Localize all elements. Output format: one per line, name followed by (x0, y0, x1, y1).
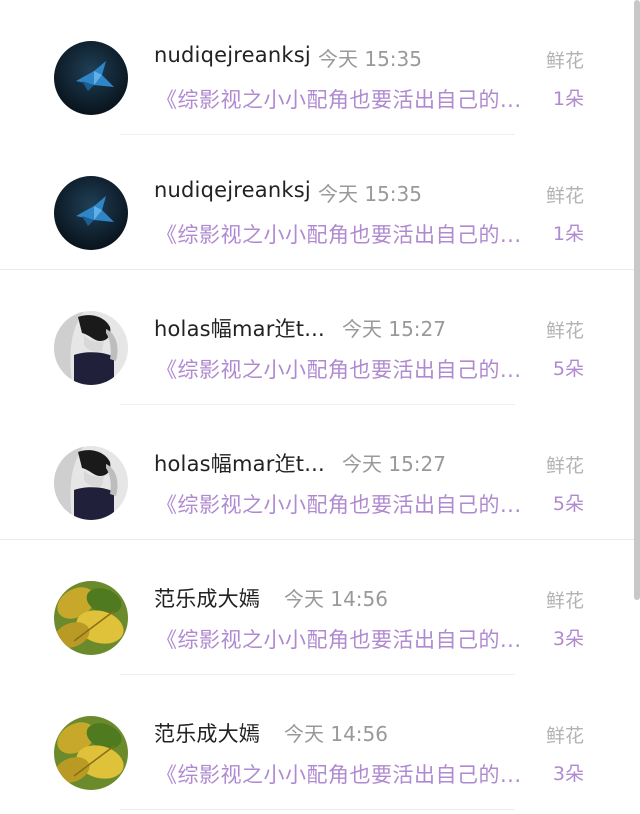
book-title-link[interactable]: 《综影视之小小配角也要活出自己的... (156, 219, 522, 249)
avatar[interactable] (54, 176, 128, 250)
list-item[interactable]: nudiqejreanksj 今天 15:35 《综影视之小小配角也要活出自己的… (0, 135, 640, 270)
timestamp: 今天 15:35 (318, 182, 422, 206)
gift-type-label: 鲜花 (545, 320, 584, 342)
avatar[interactable] (54, 446, 128, 520)
yellow-leaves-icon (54, 581, 128, 655)
paper-crane-icon (54, 41, 128, 115)
username[interactable]: 范乐成大嫣 (154, 583, 260, 613)
list-item[interactable]: holas幅mar迮t... 今天 15:27 《综影视之小小配角也要活出自己的… (0, 405, 640, 540)
list-item[interactable]: nudiqejreanksj 今天 15:35 《综影视之小小配角也要活出自己的… (0, 0, 640, 135)
gift-type-label: 鲜花 (545, 725, 584, 747)
gift-count: 5朵 (552, 358, 584, 380)
yellow-leaves-icon (54, 716, 128, 790)
portrait-icon (54, 311, 128, 385)
timestamp: 今天 14:56 (284, 587, 388, 611)
username[interactable]: holas幅mar迮t... (154, 448, 325, 478)
avatar[interactable] (54, 41, 128, 115)
gift-count: 3朵 (552, 628, 584, 650)
gift-count: 1朵 (552, 223, 584, 245)
timestamp: 今天 15:27 (342, 317, 446, 341)
avatar[interactable] (54, 581, 128, 655)
book-title-link[interactable]: 《综影视之小小配角也要活出自己的... (156, 489, 522, 519)
book-title-link[interactable]: 《综影视之小小配角也要活出自己的... (156, 759, 522, 789)
list-item[interactable]: 范乐成大嫣 今天 14:56 《综影视之小小配角也要活出自己的... 鲜花 3朵 (0, 675, 640, 810)
paper-crane-icon (54, 176, 128, 250)
gift-count: 1朵 (552, 88, 584, 110)
avatar[interactable] (54, 716, 128, 790)
gift-type-label: 鲜花 (545, 590, 584, 612)
book-title-link[interactable]: 《综影视之小小配角也要活出自己的... (156, 84, 522, 114)
username[interactable]: nudiqejreanksj (154, 43, 311, 67)
list-item[interactable]: 范乐成大嫣 今天 14:56 《综影视之小小配角也要活出自己的... 鲜花 3朵 (0, 540, 640, 675)
timestamp: 今天 15:27 (342, 452, 446, 476)
list-item[interactable]: holas幅mar迮t... 今天 15:27 《综影视之小小配角也要活出自己的… (0, 270, 640, 405)
book-title-link[interactable]: 《综影视之小小配角也要活出自己的... (156, 354, 522, 384)
book-title-link[interactable]: 《综影视之小小配角也要活出自己的... (156, 624, 522, 654)
avatar[interactable] (54, 311, 128, 385)
timestamp: 今天 14:56 (284, 722, 388, 746)
portrait-icon (54, 446, 128, 520)
gift-count: 5朵 (552, 493, 584, 515)
gift-count: 3朵 (552, 763, 584, 785)
gift-type-label: 鲜花 (545, 455, 584, 477)
scrollbar[interactable] (634, 0, 640, 600)
username[interactable]: nudiqejreanksj (154, 178, 311, 202)
divider (120, 809, 515, 810)
username[interactable]: 范乐成大嫣 (154, 718, 260, 748)
gift-type-label: 鲜花 (545, 50, 584, 72)
timestamp: 今天 15:35 (318, 47, 422, 71)
gift-type-label: 鲜花 (545, 185, 584, 207)
username[interactable]: holas幅mar迮t... (154, 313, 325, 343)
flower-gift-list: nudiqejreanksj 今天 15:35 《综影视之小小配角也要活出自己的… (0, 0, 640, 810)
